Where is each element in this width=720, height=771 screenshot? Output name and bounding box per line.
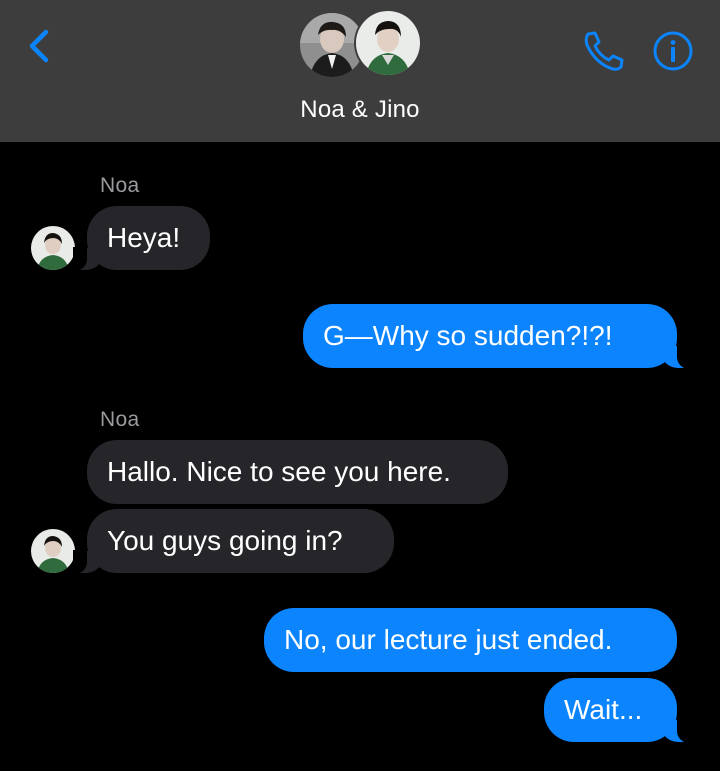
message-bubble-outgoing[interactable]: Wait... (544, 678, 691, 743)
avatar (300, 13, 364, 77)
phone-icon (584, 31, 624, 71)
sender-name: Noa (100, 174, 140, 197)
avatar[interactable] (31, 529, 75, 573)
group-avatar[interactable] (298, 9, 424, 79)
avatar (356, 11, 420, 75)
message-bubble-outgoing[interactable]: No, our lecture just ended. (264, 608, 677, 672)
sender-name: Noa (100, 408, 140, 431)
group-name[interactable]: Noa & Jino (0, 96, 720, 124)
chevron-left-icon (29, 29, 49, 63)
avatar[interactable] (31, 226, 75, 270)
call-button[interactable] (580, 28, 626, 72)
info-button[interactable] (652, 30, 694, 72)
conversation-header: Noa & Jino (0, 0, 720, 142)
message-bubble-incoming[interactable]: Hallo. Nice to see you here. (87, 440, 508, 504)
message-bubble-outgoing[interactable]: G—Why so sudden?!?! (303, 304, 691, 369)
message-bubble-incoming[interactable]: You guys going in? (73, 509, 394, 574)
message-bubble-incoming[interactable]: Heya! (73, 206, 210, 271)
conversation-screen: Noa & Jino Noa Heya! G—Why so sudden?!?! (0, 0, 720, 771)
info-icon (653, 31, 693, 71)
back-button[interactable] (22, 26, 56, 66)
